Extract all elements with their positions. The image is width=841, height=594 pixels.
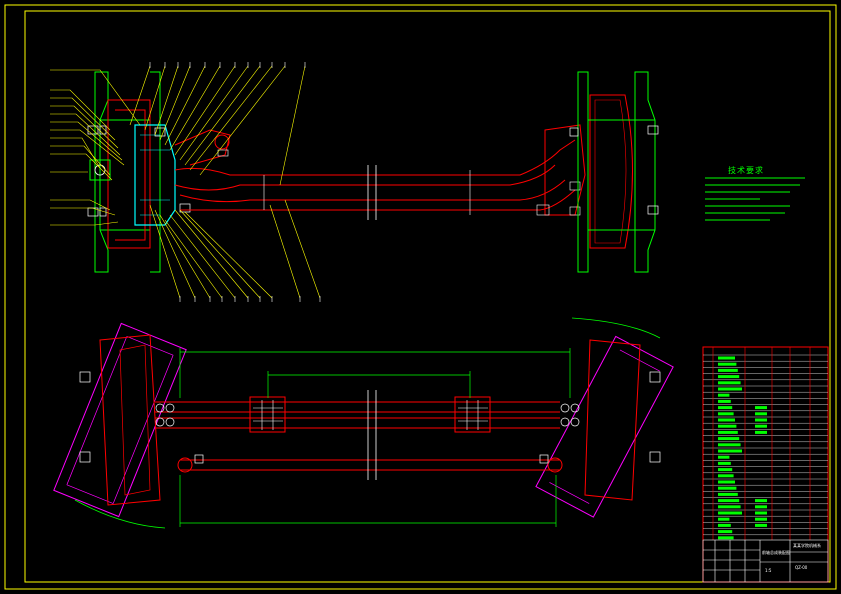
- front-view: [50, 62, 659, 302]
- outer-frame: [4, 4, 837, 590]
- title-block-school: 某某学院机械系: [793, 543, 821, 548]
- title-block-scale: 1:5: [765, 568, 772, 573]
- title-block-assembly-name: 前轴总成装配图: [762, 550, 790, 555]
- title-block-drawing-no: QZ-00: [795, 565, 808, 570]
- tech-requirements-title: 技术要求: [728, 166, 764, 175]
- tech-requirements: [705, 177, 805, 221]
- right-tire-outline: [535, 335, 674, 518]
- cad-drawing-canvas: [4, 4, 837, 590]
- top-view: [53, 317, 674, 529]
- inner-frame: [24, 10, 831, 583]
